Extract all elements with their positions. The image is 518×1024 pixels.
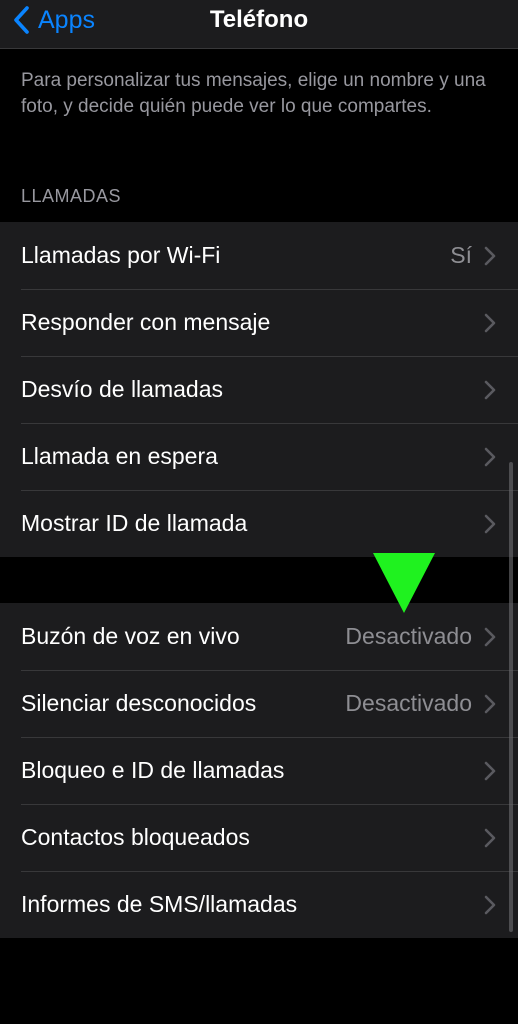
row-label: Bloqueo e ID de llamadas xyxy=(21,757,285,783)
chevron-right-icon xyxy=(484,380,496,400)
row-value: Sí xyxy=(450,242,472,268)
page-title: Teléfono xyxy=(209,6,309,33)
down-arrow-pointer-icon xyxy=(373,553,435,613)
row-label: Llamadas por Wi-Fi xyxy=(21,242,221,268)
chevron-right-icon xyxy=(484,895,496,915)
row-value: Desactivado xyxy=(345,623,472,649)
navigation-bar: Apps Teléfono xyxy=(0,0,518,49)
row-blocked-contacts[interactable]: Contactos bloqueados xyxy=(0,804,518,871)
chevron-right-icon xyxy=(484,447,496,467)
settings-group-voicemail: Buzón de voz en vivo Desactivado Silenci… xyxy=(0,603,518,938)
settings-group-calls: Llamadas por Wi-Fi Sí Responder con mens… xyxy=(0,222,518,557)
row-label: Responder con mensaje xyxy=(21,309,271,335)
row-silence-unknown-callers[interactable]: Silenciar desconocidos Desactivado xyxy=(0,670,518,737)
row-call-waiting[interactable]: Llamada en espera xyxy=(0,423,518,490)
chevron-right-icon xyxy=(484,761,496,781)
row-label: Silenciar desconocidos xyxy=(21,690,257,716)
row-call-forwarding[interactable]: Desvío de llamadas xyxy=(0,356,518,423)
chevron-right-icon xyxy=(484,514,496,534)
chevron-right-icon xyxy=(484,828,496,848)
row-label: Mostrar ID de llamada xyxy=(21,510,248,536)
chevron-right-icon xyxy=(484,246,496,266)
row-call-blocking-id[interactable]: Bloqueo e ID de llamadas xyxy=(0,737,518,804)
chevron-right-icon xyxy=(484,313,496,333)
row-reply-with-message[interactable]: Responder con mensaje xyxy=(0,289,518,356)
section-description: Para personalizar tus mensajes, elige un… xyxy=(21,70,486,117)
row-label: Desvío de llamadas xyxy=(21,376,223,402)
row-show-caller-id[interactable]: Mostrar ID de llamada xyxy=(0,490,518,557)
scroll-indicator[interactable] xyxy=(509,462,513,932)
section-header-llamadas: LLAMADAS xyxy=(21,186,122,206)
row-label: Llamada en espera xyxy=(21,443,218,469)
row-label: Contactos bloqueados xyxy=(21,824,250,850)
row-label: Buzón de voz en vivo xyxy=(21,623,240,649)
row-label: Informes de SMS/llamadas xyxy=(21,891,298,917)
row-wifi-calling[interactable]: Llamadas por Wi-Fi Sí xyxy=(0,222,518,289)
row-value: Desactivado xyxy=(345,690,472,716)
chevron-right-icon xyxy=(484,627,496,647)
row-sms-call-reporting[interactable]: Informes de SMS/llamadas xyxy=(0,871,518,938)
chevron-right-icon xyxy=(484,694,496,714)
row-live-voicemail[interactable]: Buzón de voz en vivo Desactivado xyxy=(0,603,518,670)
